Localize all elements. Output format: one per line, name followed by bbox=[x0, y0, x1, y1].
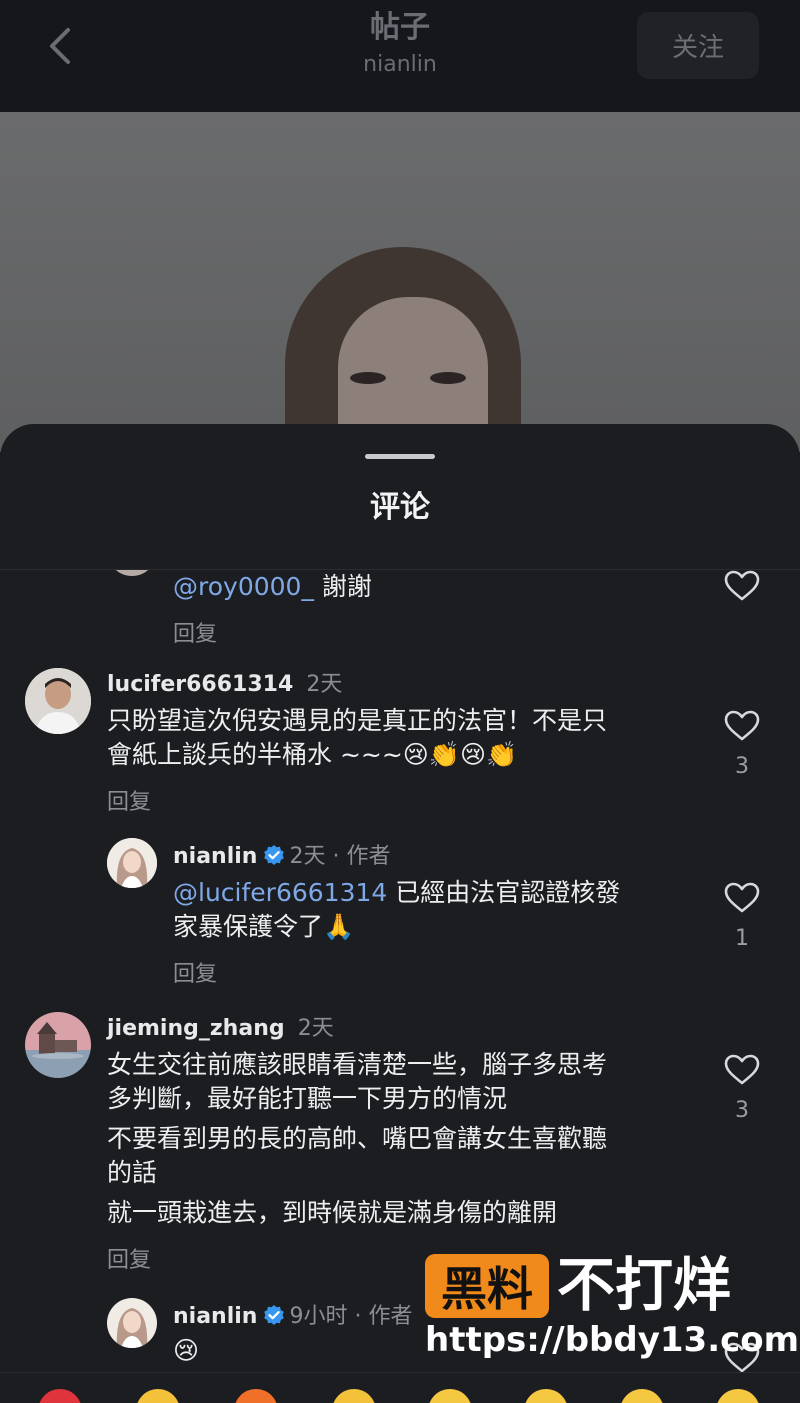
comments-list[interactable]: @roy0000_ 謝謝 回复 lucifer6661314 2天 只盼望這次倪… bbox=[0, 570, 800, 1403]
avatar[interactable] bbox=[25, 668, 91, 734]
sheet-title: 评论 bbox=[370, 490, 430, 525]
heart-outline-icon[interactable] bbox=[724, 570, 760, 602]
reply-text: 😢 bbox=[173, 1336, 200, 1365]
top-bar: 帖子 nianlin 关注 bbox=[0, 0, 800, 112]
red-heart-emoji-icon[interactable] bbox=[38, 1389, 82, 1403]
verified-badge-icon bbox=[264, 1305, 285, 1325]
mention-link[interactable]: @lucifer6661314 bbox=[173, 878, 387, 907]
verified-badge-icon bbox=[264, 845, 285, 865]
reply-item: nianlin 2天 · 作者 @lucifer6661314 已經由法官認證核發… bbox=[0, 838, 800, 988]
page-subtitle: nianlin bbox=[363, 52, 437, 77]
reply-button[interactable]: 回复 bbox=[173, 956, 217, 988]
reply-button[interactable]: 回复 bbox=[173, 616, 217, 648]
comment-username[interactable]: lucifer6661314 bbox=[107, 672, 293, 697]
sheet-drag-handle[interactable] bbox=[365, 454, 435, 459]
avatar[interactable] bbox=[25, 1012, 91, 1078]
comment-text-line: 不要看到男的長的高帥、嘴巴會講女生喜歡聽 bbox=[107, 1124, 608, 1153]
reply-time: 2天 · 作者 bbox=[289, 844, 391, 869]
comment-text-line: 多判斷，最好能打聽一下男方的情況 bbox=[107, 1084, 508, 1113]
comment-time: 2天 bbox=[297, 1016, 334, 1041]
wow-face-emoji-icon[interactable] bbox=[524, 1389, 568, 1403]
sad-face-emoji-icon[interactable] bbox=[428, 1389, 472, 1403]
comment-text-line: 會紙上談兵的半桶水 ~~~😢👏😢👏 bbox=[107, 740, 518, 769]
fire-emoji-icon[interactable] bbox=[234, 1389, 278, 1403]
reply-text-line: @lucifer6661314 已經由法官認證核發 bbox=[173, 878, 621, 907]
back-button[interactable] bbox=[40, 24, 84, 68]
follow-button[interactable]: 关注 bbox=[637, 12, 759, 79]
chevron-left-icon bbox=[50, 28, 70, 64]
reply-button[interactable]: 回复 bbox=[107, 784, 151, 816]
avatar[interactable] bbox=[107, 570, 157, 576]
mention-link[interactable]: @roy0000_ bbox=[173, 572, 314, 601]
heart-outline-icon[interactable] bbox=[724, 1054, 760, 1086]
reply-text-line: 家暴保護令了🙏 bbox=[173, 912, 355, 941]
heart-outline-icon[interactable] bbox=[724, 882, 760, 914]
comment-item: jieming_zhang 2天 女生交往前應該眼睛看清楚一些，腦子多思考 多判… bbox=[0, 1010, 800, 1280]
reply-username[interactable]: nianlin bbox=[173, 1304, 257, 1329]
comment-text-line: 女生交往前應該眼睛看清楚一些，腦子多思考 bbox=[107, 1050, 608, 1079]
comment-text-line: 只盼望這次倪安遇見的是真正的法官！不是只 bbox=[107, 706, 608, 735]
avatar[interactable] bbox=[107, 1298, 157, 1348]
raised-hands-emoji-icon[interactable] bbox=[136, 1389, 180, 1403]
post-photo bbox=[0, 112, 800, 452]
comment-text-line: 的話 bbox=[107, 1158, 158, 1187]
like-count: 3 bbox=[735, 754, 749, 779]
reply-text: @roy0000_ 謝謝 bbox=[173, 572, 372, 601]
page-title: 帖子 bbox=[370, 10, 430, 45]
like-count: 3 bbox=[735, 1098, 749, 1123]
heart-outline-icon[interactable] bbox=[724, 710, 760, 742]
header-title-block: 帖子 nianlin bbox=[250, 8, 550, 80]
laugh-emoji-icon[interactable] bbox=[716, 1389, 760, 1403]
comments-sheet: 评论 @roy0000_ 謝謝 回复 lucifer6661314 2天 只盼望… bbox=[0, 424, 800, 1403]
reply-button[interactable]: 回复 bbox=[107, 1242, 151, 1274]
comment-time: 2天 bbox=[306, 672, 343, 697]
reply-time: 9小时 · 作者 bbox=[289, 1304, 413, 1329]
clap-emoji-icon[interactable] bbox=[332, 1389, 376, 1403]
reply-username[interactable]: nianlin bbox=[173, 844, 257, 869]
comment-item: lucifer6661314 2天 只盼望這次倪安遇見的是真正的法官！不是只 會… bbox=[0, 666, 800, 816]
comment-text-line: 就一頭栽進去，到時候就是滿身傷的離開 bbox=[107, 1198, 558, 1227]
avatar[interactable] bbox=[107, 838, 157, 888]
heart-outline-icon[interactable] bbox=[724, 1342, 760, 1374]
like-count: 1 bbox=[735, 926, 749, 951]
comment-username[interactable]: jieming_zhang bbox=[107, 1016, 285, 1041]
emoji-quick-bar bbox=[0, 1372, 800, 1403]
heart-eyes-emoji-icon[interactable] bbox=[620, 1389, 664, 1403]
reply-item: @roy0000_ 謝謝 回复 bbox=[0, 570, 800, 660]
